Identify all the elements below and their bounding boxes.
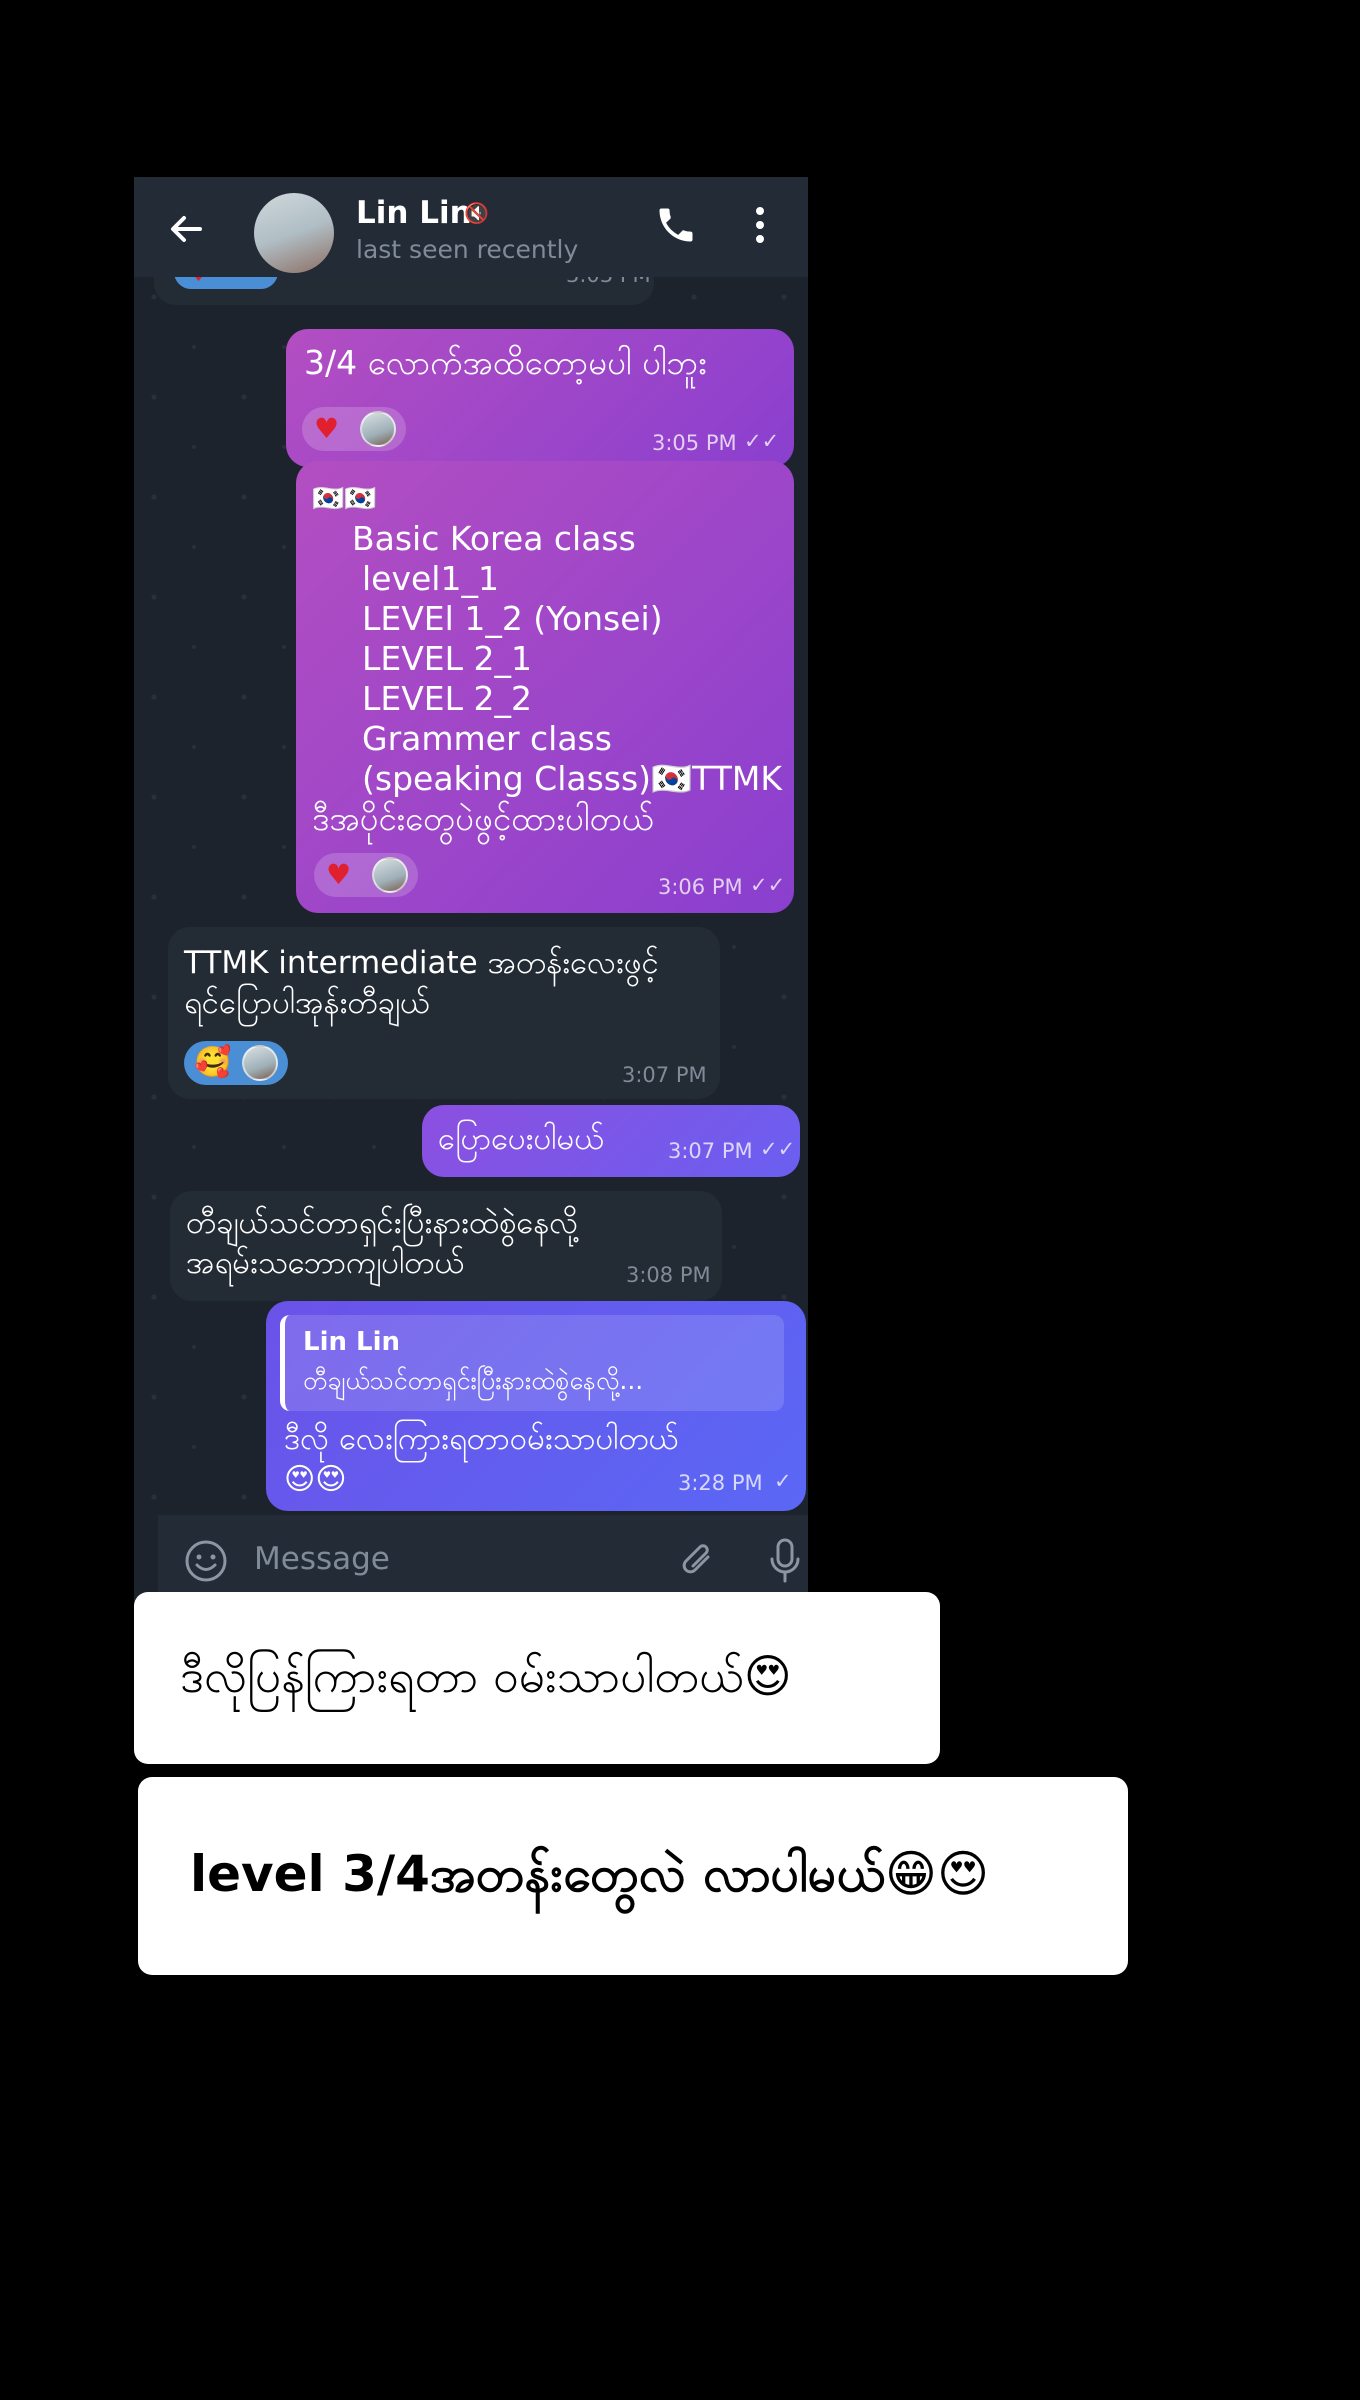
- caption-text-2: level 3/4အတန်းတွေလဲ လာပါမယ်😁😍: [190, 1845, 990, 1903]
- message-line: TTMK intermediate အတန်းလေးဖွင့်: [184, 945, 659, 981]
- reaction-chip[interactable]: 🥰: [184, 1041, 288, 1085]
- muted-icon: 🔇: [464, 201, 489, 225]
- message-bubble-outgoing[interactable]: Lin Lin တီချယ်သင်တာရှင်းပြီးနားထဲစွဲနေလိ…: [266, 1301, 806, 1511]
- message-time: 3:08 PM: [626, 1263, 711, 1287]
- message-line: LEVEL 2_2: [362, 679, 533, 718]
- message-line: တီချယ်သင်တာရှင်းပြီးနားထဲစွဲနေလို့: [186, 1205, 579, 1241]
- chat-header: Lin Lin 🔇 last seen recently: [134, 177, 808, 277]
- message-line: ဒီအပိုင်းတွေပဲဖွင့်ထားပါတယ်: [312, 799, 654, 838]
- message-line: LEVEL 2_1: [362, 639, 533, 678]
- message-line: Basic Korea class: [352, 519, 636, 558]
- reactor-avatar: [242, 1045, 278, 1081]
- reactor-avatar: [360, 411, 396, 447]
- message-line: ရင်ပြောပါအုန်းတီချယ်: [184, 985, 431, 1021]
- read-check-icon: ✓✓: [750, 873, 786, 897]
- message-bubble-outgoing[interactable]: 3/4 လောက်အထိတော့မပါ ပါဘူး ♥ 3:05 PM ✓✓: [286, 329, 794, 467]
- quote-text: တီချယ်သင်တာရှင်းပြီးနားထဲစွဲနေလို့...: [303, 1366, 644, 1395]
- caption-box-1: ဒီလိုပြန်ကြားရတာ ဝမ်းသာပါတယ်😍: [134, 1592, 940, 1764]
- message-input[interactable]: Message: [254, 1541, 390, 1577]
- contact-avatar[interactable]: [254, 193, 334, 273]
- message-bubble-outgoing[interactable]: 🇰🇷🇰🇷 Basic Korea class level1_1 LEVEl 1_…: [296, 461, 794, 913]
- microphone-icon[interactable]: [768, 1537, 802, 1585]
- sent-check-icon: ✓: [774, 1469, 792, 1493]
- attach-icon[interactable]: [678, 1539, 718, 1583]
- message-line: (speaking Classs)🇰🇷TTMK: [362, 759, 782, 798]
- back-arrow-icon[interactable]: [166, 209, 206, 249]
- heart-eyes-emoji: 😍😍: [284, 1462, 347, 1497]
- message-bubble-incoming[interactable]: တီချယ်သင်တာရှင်းပြီးနားထဲစွဲနေလို့ အရမ်း…: [170, 1191, 722, 1301]
- flags-emoji: 🇰🇷🇰🇷: [312, 484, 377, 514]
- message-line: အရမ်းသဘောကျပါတယ်: [186, 1245, 465, 1281]
- message-time: 3:07 PM: [668, 1139, 753, 1163]
- message-time: 3:06 PM: [658, 875, 743, 899]
- message-text: ပြောပေးပါမယ်: [438, 1121, 605, 1157]
- quote-author: Lin Lin: [303, 1327, 401, 1357]
- contact-status: last seen recently: [356, 235, 579, 264]
- reply-quote[interactable]: Lin Lin တီချယ်သင်တာရှင်းပြီးနားထဲစွဲနေလိ…: [280, 1315, 784, 1411]
- message-time: 3:05 PM: [652, 431, 737, 455]
- reactor-avatar: [372, 857, 408, 893]
- message-line: Grammer class: [362, 719, 612, 758]
- message-time: 3:28 PM: [678, 1471, 763, 1495]
- emoji-icon[interactable]: [184, 1539, 228, 1583]
- more-options-icon[interactable]: [754, 205, 766, 245]
- message-bubble-incoming[interactable]: TTMK intermediate အတန်းလေးဖွင့် ရင်ပြောပ…: [168, 927, 720, 1099]
- phone-call-icon[interactable]: [654, 203, 698, 247]
- message-time: 3:07 PM: [622, 1063, 707, 1087]
- message-line: LEVEl 1_2 (Yonsei): [362, 599, 663, 638]
- read-check-icon: ✓✓: [744, 429, 780, 453]
- reaction-chip[interactable]: ♥: [314, 853, 418, 897]
- reaction-chip[interactable]: ♥: [302, 407, 406, 451]
- contact-name[interactable]: Lin Lin: [356, 195, 472, 231]
- chat-screen: ♥ 3:03 PM Lin Lin 🔇 last seen recently 3…: [134, 177, 808, 1608]
- caption-box-2: level 3/4အတန်းတွေလဲ လာပါမယ်😁😍: [138, 1777, 1128, 1975]
- caption-text-1: ဒီလိုပြန်ကြားရတာ ဝမ်းသာပါတယ်😍: [180, 1649, 792, 1703]
- message-bubble-outgoing[interactable]: ပြောပေးပါမယ် 3:07 PM ✓✓: [422, 1105, 800, 1177]
- heart-reaction-icon: ♥: [326, 858, 352, 891]
- read-check-icon: ✓✓: [760, 1137, 796, 1161]
- heart-reaction-icon: ♥: [314, 412, 340, 445]
- message-text: ဒီလို လေးကြားရတာဝမ်းသာပါတယ်: [284, 1421, 679, 1457]
- message-line: level1_1: [362, 559, 499, 598]
- smiling-hearts-emoji: 🥰: [194, 1045, 232, 1080]
- message-text: 3/4 လောက်အထိတော့မပါ ပါဘူး: [304, 343, 707, 382]
